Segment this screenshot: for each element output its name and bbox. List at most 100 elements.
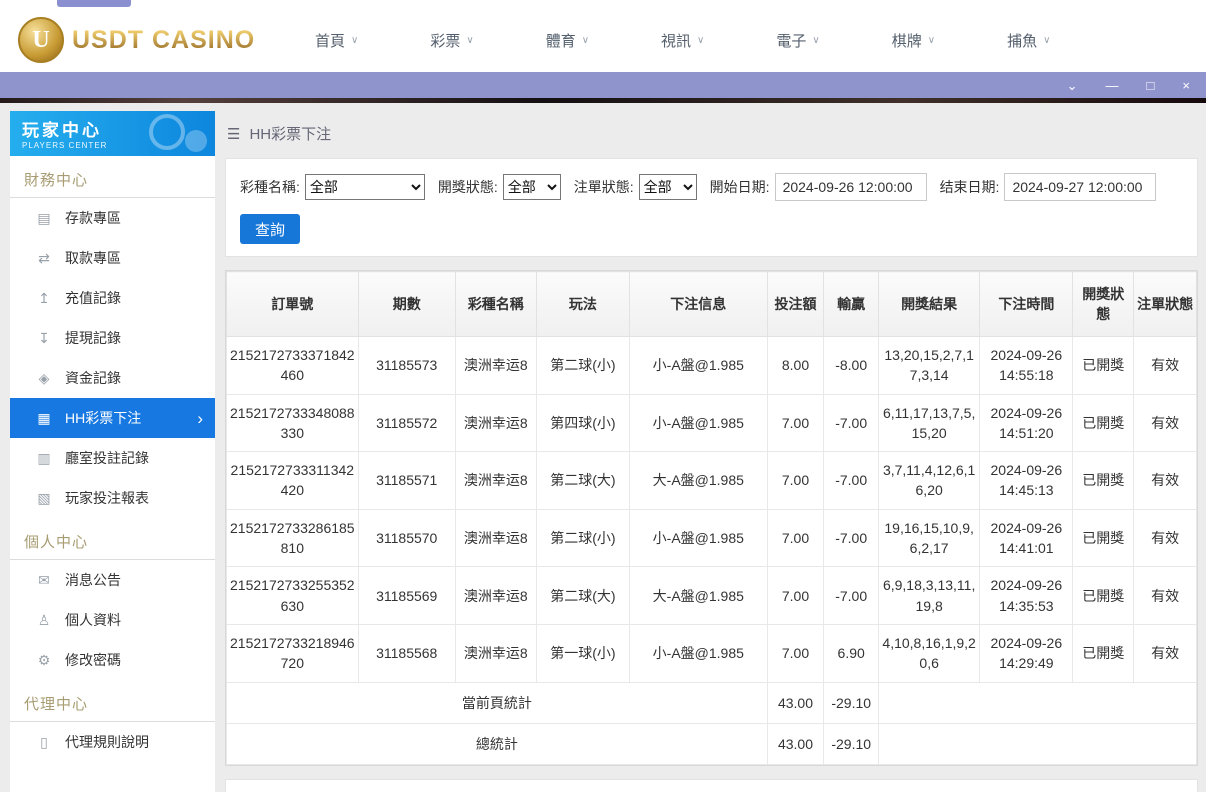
sidebar-item-agent-rules[interactable]: ▯ 代理規則說明 [10,722,215,762]
recharge-record-icon: ↥ [38,289,50,306]
nav-item-home[interactable]: 首頁 ∨ [315,30,358,51]
nav-item-lottery[interactable]: 彩票 ∨ [430,30,473,51]
sidebar-item-withdraw[interactable]: ⇄ 取款專區 [10,238,215,278]
order-status-select[interactable]: 全部 [638,174,697,200]
cell-order_no: 2152172733218946720 [226,623,359,683]
cell-time: 2024-09-26 14:45:13 [979,451,1074,510]
minimize-icon[interactable]: — [1106,79,1119,92]
column-header-bet_info: 下注信息 [628,271,768,337]
cell-play: 第二球(小) [535,508,630,568]
chevron-down-icon: ∨ [812,34,820,46]
sidebar-item-profile[interactable]: ♙ 個人資料 [10,600,215,640]
sidebar-item-player-bet-report[interactable]: ▧ 玩家投注報表 [10,478,215,518]
page-total-row: 當前頁統計 43.00 -29.10 [226,681,1197,724]
withdrawal-record-icon: ↧ [38,329,50,346]
lottery-name-label: 彩種名稱: [240,179,300,195]
table-row: 2152172733311342420 31185571 澳洲幸运8 第二球(大) 大-… [226,451,1197,510]
main-nav: 首頁 ∨ 彩票 ∨ 體育 ∨ 視訊 ∨ 電子 ∨ 棋牌 ∨ 捕魚 ∨ [315,30,1050,51]
bet-report-icon: ▧ [37,489,51,506]
decorative-circle [185,130,207,152]
nav-item-board-games[interactable]: 棋牌 ∨ [892,30,935,51]
end-date-input[interactable] [1004,173,1157,201]
sidebar-section-title: 財務中心 [10,156,215,198]
bell-icon: ✉ [38,571,50,588]
nav-item-video[interactable]: 視訊 ∨ [661,30,704,51]
cell-lottery: 澳洲幸运8 [454,623,537,683]
coin-logo-icon: U [18,17,64,63]
nav-item-sports[interactable]: 體育 ∨ [546,30,589,51]
cell-order_status: 有效 [1133,451,1197,510]
cell-result: 19,16,15,10,9,6,2,17 [878,508,981,568]
cell-bet_info: 小-A盤@1.985 [628,623,768,683]
sidebar-item-funds-record[interactable]: ◈ 資金記錄 [10,358,215,398]
cell-time: 2024-09-26 14:35:53 [979,566,1074,625]
nav-item-slots[interactable]: 電子 ∨ [776,30,819,51]
gear-icon: ⚙ [37,651,51,668]
sidebar-item-label: 代理規則說明 [65,734,149,750]
workspace: 玩家中心 PLAYERS CENTER 財務中心 ▤ 存款專區 ⇄ 取款專區 ↥ 充值記錄 ↧… [0,103,1206,792]
sidebar-item-label: 修改密碼 [65,652,121,668]
cell-bet_info: 大-A盤@1.985 [628,451,768,510]
filter-panel: 彩種名稱: 全部 開獎狀態: 全部 注單狀態: 全部 開始日期: 结束日期: [225,158,1198,257]
cell-order_status: 有效 [1133,393,1197,453]
withdraw-icon: ⇄ [38,249,50,266]
cell-order_no: 2152172733255352630 [226,566,359,625]
page-total-amount: 43.00 [766,681,825,724]
table-row: 2152172733348088330 31185572 澳洲幸运8 第四球(小) 小-… [226,393,1197,453]
cell-amount: 7.00 [766,623,825,683]
cell-result: 3,7,11,4,12,6,16,20 [878,451,981,510]
column-header-amount: 投注額 [766,271,825,337]
cell-win_loss: -7.00 [823,508,880,568]
draw-status-select[interactable]: 全部 [502,174,561,200]
cell-win_loss: -8.00 [823,336,880,395]
cell-order_no: 2152172733311342420 [226,451,359,510]
cell-lottery: 澳洲幸运8 [454,508,537,568]
cell-lottery: 澳洲幸运8 [454,566,537,625]
grand-total-row: 總統計 43.00 -29.10 [226,722,1197,766]
close-icon[interactable]: × [1182,79,1190,92]
sidebar-item-hall-bet-record[interactable]: ▥ 廳室投註記錄 [10,438,215,478]
sidebar-item-deposit[interactable]: ▤ 存款專區 [10,198,215,238]
start-date-input[interactable] [774,173,927,201]
cell-time: 2024-09-26 14:51:20 [979,393,1074,453]
cell-draw_status: 已開獎 [1072,566,1135,625]
cell-order_no: 2152172733348088330 [226,393,359,453]
logo[interactable]: U USDT CASINO [18,17,254,63]
maximize-icon[interactable]: □ [1147,79,1155,92]
sidebar-item-announcements[interactable]: ✉ 消息公告 [10,560,215,600]
nav-item-label: 棋牌 [891,32,922,50]
table-row: 2152172733286185810 31185570 澳洲幸运8 第二球(小) 小-… [226,508,1197,568]
table-header-row: 訂單號 期數 彩種名稱 玩法 下注信息 投注額 輸贏 開獎結果 下注時間 開獎狀態 注單狀態 [226,271,1197,337]
chevron-down-icon: ∨ [581,34,590,46]
app-window: U USDT CASINO 首頁 ∨ 彩票 ∨ 體育 ∨ 視訊 ∨ 電子 ∨ 棋牌 ∨ 捕魚 ∨ ⌄ — … [0,0,1206,792]
cell-play: 第一球(小) [535,623,630,683]
sidebar-item-label: 個人資料 [65,612,121,628]
top-navbar: U USDT CASINO 首頁 ∨ 彩票 ∨ 體育 ∨ 視訊 ∨ 電子 ∨ 棋牌 ∨ 捕魚 ∨ [0,8,1206,72]
nav-item-label: 首頁 [315,32,346,50]
cell-period: 31185568 [357,623,456,683]
end-date-label: 结束日期: [939,179,1000,195]
sidebar-item-recharge-record[interactable]: ↥ 充值記錄 [10,278,215,318]
filter-row: 彩種名稱: 全部 開獎狀態: 全部 注單狀態: 全部 開始日期: 结束日期: [240,173,1183,201]
column-header-order_status: 注單狀態 [1133,271,1197,337]
hall-bet-record-icon: ▥ [37,449,51,466]
window-title-bar: ⌄ — □ × [0,72,1206,98]
lottery-name-select[interactable]: 全部 [304,174,425,200]
cell-period: 31185573 [357,336,456,395]
menu-icon[interactable]: ☰ [227,125,240,143]
column-header-play: 玩法 [535,271,630,337]
deposit-icon: ▤ [37,209,51,226]
grand-total-winloss: -29.10 [823,722,880,766]
sidebar-item-withdrawal-record[interactable]: ↧ 提現記錄 [10,318,215,358]
sidebar-item-hh-lottery-bet[interactable]: ▦ HH彩票下注 › [10,398,215,438]
cell-bet_info: 小-A盤@1.985 [628,508,768,568]
sidebar-item-change-password[interactable]: ⚙ 修改密碼 [10,640,215,680]
column-header-order_no: 訂單號 [226,271,359,337]
grand-total-spacer [878,722,1197,766]
sidebar-item-label: 取款專區 [65,250,121,266]
search-button[interactable]: 查詢 [240,214,301,244]
nav-item-fishing[interactable]: 捕魚 ∨ [1007,30,1050,51]
cell-amount: 7.00 [766,393,825,453]
sidebar-item-label: 充值記錄 [65,290,121,306]
collapse-icon[interactable]: ⌄ [1067,79,1078,92]
